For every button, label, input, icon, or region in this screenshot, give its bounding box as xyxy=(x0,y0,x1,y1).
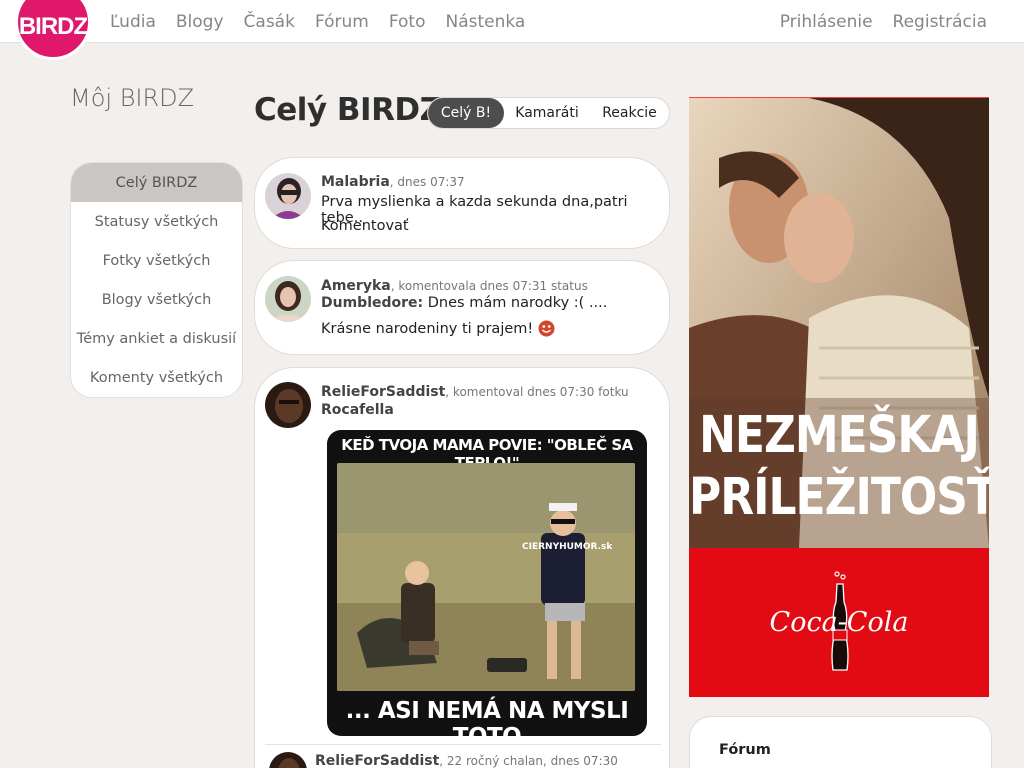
main-nav: Ľudia Blogy Časák Fórum Foto Nástenka xyxy=(110,0,545,43)
status-line: Dumbledore: Dnes mám narodky :( .... xyxy=(321,295,607,311)
avatar[interactable] xyxy=(265,276,311,322)
feed-item-header: RelieForSaddist, komentoval dnes 07:30 f… xyxy=(321,383,629,401)
status-text: Dnes mám narodky :( .... xyxy=(423,295,608,311)
username[interactable]: RelieForSaddist xyxy=(321,384,445,400)
birdz-logo[interactable]: BIRDZ xyxy=(15,0,91,60)
feed-filter-tabs: Celý B! Kamaráti Reakcie xyxy=(427,97,670,129)
logo-text: BIRDZ xyxy=(18,13,88,40)
ad-brand-panel: Coca-Cola xyxy=(689,548,989,697)
sidebar-item-fotky[interactable]: Fotky všetkých xyxy=(71,241,242,280)
username[interactable]: RelieForSaddist xyxy=(315,753,439,768)
avatar[interactable] xyxy=(265,173,311,219)
sidebar-item-temy[interactable]: Témy ankiet a diskusií xyxy=(71,319,242,358)
sidebar-item-blogy[interactable]: Blogy všetkých xyxy=(71,280,242,319)
feed-item-header: Ameryka, komentovala dnes 07:31 status xyxy=(321,277,588,295)
meme-photo xyxy=(337,463,635,691)
nav-item-forum[interactable]: Fórum xyxy=(315,12,369,32)
divider xyxy=(265,744,661,745)
comment-text: Krásne narodeniny ti prajem! xyxy=(321,320,534,337)
comment-header: RelieForSaddist, 22 ročný chalan, dnes 0… xyxy=(315,752,618,768)
sidebar-title: Môj BIRDZ xyxy=(70,84,195,112)
advertisement-banner[interactable]: NEZMEŠKAJ PRÍLEŽITOSŤ. Coca-Cola xyxy=(689,97,989,697)
username[interactable]: Malabria xyxy=(321,174,390,190)
comment-line: Krásne narodeniny ti prajem! xyxy=(321,320,555,337)
sidebar-item-komenty[interactable]: Komenty všetkých xyxy=(71,358,242,397)
sidebar-item-cely-birdz[interactable]: Celý BIRDZ xyxy=(71,163,242,202)
tab-reakcie[interactable]: Reakcie xyxy=(590,98,669,128)
nav-item-foto[interactable]: Foto xyxy=(389,12,426,32)
nav-item-nastenka[interactable]: Nástenka xyxy=(446,12,526,32)
comment-meta: , 22 ročný chalan, dnes 07:30 xyxy=(439,754,618,768)
account-nav: Prihlásenie Registrácia xyxy=(760,0,987,43)
meme-image[interactable]: KEĎ TVOJA MAMA POVIE: "OBLEČ SA TEPLO!" xyxy=(327,430,647,736)
ad-headline-line-2: PRÍLEŽITOSŤ. xyxy=(689,468,989,527)
photo-owner[interactable]: Rocafella xyxy=(321,402,394,418)
forum-widget-title[interactable]: Fórum xyxy=(719,742,771,758)
meme-watermark: CIERNYHUMOR.sk xyxy=(522,542,613,552)
forum-widget: Fórum xyxy=(689,716,992,768)
sidebar-menu: Celý BIRDZ Statusy všetkých Fotky všetký… xyxy=(70,162,243,398)
register-link[interactable]: Registrácia xyxy=(893,12,987,32)
tab-kamarati[interactable]: Kamaráti xyxy=(504,98,590,128)
post-meta: , komentovala dnes 07:31 status xyxy=(390,279,588,293)
feed-item: RelieForSaddist, komentoval dnes 07:30 f… xyxy=(254,367,670,768)
feed-item: Ameryka, komentovala dnes 07:31 status D… xyxy=(254,260,670,355)
smiley-icon xyxy=(538,320,555,337)
post-meta: , dnes 07:37 xyxy=(389,175,465,189)
meme-bottom-caption: ... ASI NEMÁ NA MYSLI TOTO xyxy=(345,698,629,736)
login-link[interactable]: Prihlásenie xyxy=(780,12,873,32)
ad-headline-line-1: NEZMEŠKAJ xyxy=(699,406,980,465)
feed-item: Malabria, dnes 07:37 Prva myslienka a ka… xyxy=(254,157,670,249)
ad-headline: NEZMEŠKAJ PRÍLEŽITOSŤ. xyxy=(689,405,989,529)
nav-item-casak[interactable]: Časák xyxy=(244,12,295,32)
comment-link[interactable]: Komentovať xyxy=(321,218,409,234)
feed-item-header: Malabria, dnes 07:37 xyxy=(321,173,465,191)
sidebar-item-statusy[interactable]: Statusy všetkých xyxy=(71,202,242,241)
page-title: Celý BIRDZ xyxy=(254,92,442,128)
status-author[interactable]: Dumbledore: xyxy=(321,295,423,311)
post-meta: , komentoval dnes 07:30 fotku xyxy=(445,385,629,399)
avatar[interactable] xyxy=(265,382,311,428)
ad-brand-name: Coca-Cola xyxy=(769,607,909,638)
username[interactable]: Ameryka xyxy=(321,278,391,294)
nav-item-blogy[interactable]: Blogy xyxy=(176,12,224,32)
avatar[interactable] xyxy=(269,752,307,768)
top-navigation-bar: BIRDZ Ľudia Blogy Časák Fórum Foto Náste… xyxy=(0,0,1024,60)
tab-cely-b[interactable]: Celý B! xyxy=(428,98,504,128)
nav-item-ludia[interactable]: Ľudia xyxy=(110,12,156,32)
